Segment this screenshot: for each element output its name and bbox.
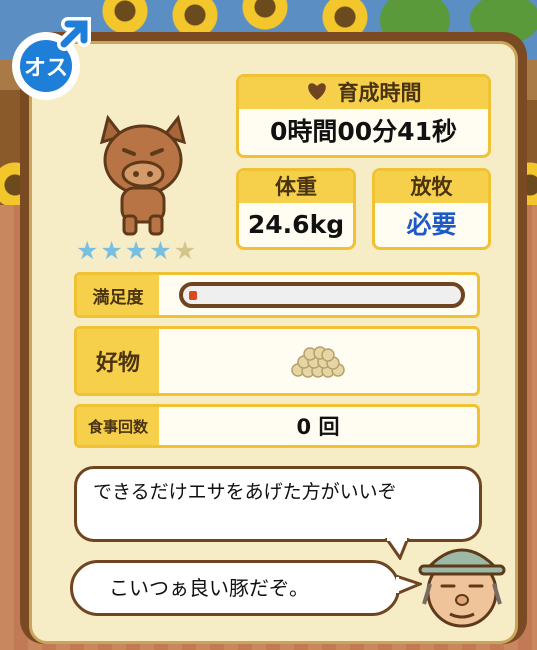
farmer-icon	[418, 548, 506, 628]
male-icon: オス	[12, 17, 91, 100]
feed-grain-icon	[291, 346, 345, 378]
raising-time-value: 0時間00分41秒	[270, 117, 457, 146]
advice-speech-bubble: できるだけエサをあげた方がいいぞ	[74, 466, 482, 542]
star-icon: ★	[173, 236, 197, 265]
star-icon: ★	[76, 236, 99, 265]
raising-time-box: 育成時間 0時間00分41秒	[236, 74, 491, 158]
gender-badge: オス	[4, 14, 100, 110]
star-icon: ★	[149, 236, 172, 265]
weight-box: 体重 24.6kg	[236, 168, 356, 250]
raising-time-label: 育成時間	[337, 81, 422, 105]
satisfaction-fill	[189, 291, 197, 300]
weight-label: 体重	[239, 171, 353, 203]
grazing-box[interactable]: 放牧 必要	[372, 168, 491, 250]
rating-stars: ★ ★ ★ ★ ★	[76, 238, 196, 263]
star-icon: ★	[100, 236, 123, 265]
favorite-food-row: 好物	[74, 326, 480, 396]
star-icon: ★	[124, 236, 148, 265]
meal-count-label: 食事回数	[77, 407, 159, 445]
satisfaction-bar	[179, 282, 465, 308]
meal-count-value: 0 回	[296, 415, 340, 439]
comment-speech-bubble: こいつぁ良い豚だぞ。	[70, 560, 400, 616]
heart-icon	[306, 78, 328, 110]
satisfaction-label: 満足度	[77, 275, 159, 315]
grazing-label: 放牧	[375, 171, 488, 203]
weight-value: 24.6kg	[247, 210, 345, 239]
grazing-value: 必要	[406, 210, 457, 239]
favorite-label: 好物	[77, 329, 159, 393]
gender-label: オス	[24, 56, 68, 81]
bubble-tail	[384, 538, 410, 560]
wild-boar-icon	[99, 114, 187, 236]
meal-count-row: 食事回数 0 回	[74, 404, 480, 448]
satisfaction-row: 満足度	[74, 272, 480, 318]
